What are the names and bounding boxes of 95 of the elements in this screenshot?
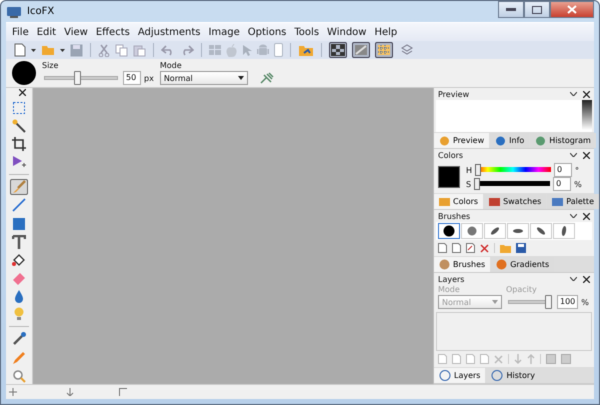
size-label: Size	[42, 61, 60, 70]
preview-scale-strip	[582, 100, 592, 130]
brush-swatch[interactable]	[461, 223, 483, 239]
size-field[interactable]: 50	[123, 71, 141, 85]
panel-tab[interactable]: Colors	[434, 194, 484, 209]
brush-swatch[interactable]	[530, 223, 552, 239]
brush-tool[interactable]	[10, 179, 28, 196]
maximize-icon	[532, 6, 542, 14]
saturation-slider[interactable]	[474, 178, 550, 190]
mode-dropdown[interactable]: Normal	[160, 71, 248, 85]
panel-title: Colors	[438, 150, 464, 160]
close-button[interactable]	[550, 1, 594, 18]
brush-swatch[interactable]	[484, 223, 506, 239]
menu-item[interactable]: Help	[374, 26, 398, 38]
delete-icon[interactable]	[480, 244, 489, 252]
minimize-icon	[506, 8, 516, 12]
line-tool[interactable]	[10, 197, 28, 214]
panel-title: Brushes	[438, 212, 470, 220]
maximize-button[interactable]	[524, 1, 550, 18]
menu-item[interactable]: Image	[208, 26, 240, 38]
percent-unit: %	[581, 298, 589, 306]
close-icon[interactable]	[583, 212, 590, 220]
paste-icon[interactable]	[133, 44, 146, 56]
size-unit: px	[144, 74, 154, 82]
crosshair-icon	[9, 388, 17, 396]
opacity-slider[interactable]	[508, 295, 552, 309]
color-swatch[interactable]	[438, 166, 460, 188]
mode-label: Mode	[160, 61, 183, 70]
selection-size-icon	[119, 388, 127, 396]
text-tool[interactable]	[10, 234, 28, 250]
crop-tool[interactable]	[10, 136, 28, 152]
brush-swatch[interactable]	[507, 223, 529, 239]
pin-icon[interactable]	[260, 72, 274, 84]
menu-item[interactable]: Effects	[96, 26, 130, 38]
new-file-icon[interactable]	[14, 43, 26, 57]
slider-thumb[interactable]	[545, 295, 552, 309]
window-title: IcoFX	[27, 6, 54, 17]
rect-tool[interactable]	[10, 215, 28, 232]
opacity-label: Opacity	[506, 285, 538, 294]
saturation-field[interactable]: 0	[553, 177, 572, 191]
panel-title: Preview	[438, 90, 470, 98]
slider-thumb[interactable]	[74, 71, 81, 85]
gradient-ball-icon	[496, 259, 508, 270]
copy-icon[interactable]	[115, 44, 128, 56]
wand-tool[interactable]	[10, 118, 28, 134]
close-icon[interactable]	[19, 89, 26, 96]
chevron-icon[interactable]	[570, 277, 577, 281]
menu-item[interactable]: Edit	[36, 26, 56, 38]
hue-label: H	[466, 166, 472, 174]
menu-item[interactable]: Adjustments	[138, 26, 200, 38]
size-slider[interactable]	[44, 71, 118, 85]
menu-item[interactable]: File	[12, 26, 29, 38]
brush-swatch[interactable]	[553, 223, 575, 239]
saturation-label: S	[466, 180, 472, 188]
save-icon[interactable]	[516, 243, 526, 253]
hue-slider[interactable]	[475, 164, 552, 176]
select-tool[interactable]	[10, 99, 28, 116]
app-logo-icon	[6, 4, 22, 18]
edit-brush-icon[interactable]	[466, 243, 475, 253]
minimize-button[interactable]	[498, 1, 524, 18]
duplicate-brush-icon[interactable]	[452, 243, 461, 253]
opacity-field[interactable]: 100	[557, 295, 578, 309]
close-icon[interactable]	[583, 276, 590, 282]
chevron-icon[interactable]	[570, 92, 577, 96]
slider-thumb[interactable]	[474, 178, 480, 190]
panel-title: Layers	[438, 274, 464, 284]
transparency-toggle[interactable]	[352, 42, 370, 58]
percent-unit: %	[574, 180, 582, 188]
dropdown-caret-icon[interactable]	[60, 48, 65, 52]
close-icon[interactable]	[583, 152, 590, 158]
brush-preview-icon	[12, 61, 36, 85]
hue-field[interactable]: 0	[554, 163, 572, 177]
panel-tab[interactable]: Preview	[434, 133, 490, 148]
close-icon	[567, 5, 577, 14]
panel-tab[interactable]: Brushes	[434, 257, 490, 272]
panel-tab[interactable]: Layers	[434, 368, 486, 383]
chevron-icon[interactable]	[570, 153, 577, 157]
menu-item[interactable]: View	[64, 26, 88, 38]
menu-item[interactable]: Window	[327, 26, 366, 38]
menu-item[interactable]: Tools	[294, 26, 320, 38]
caret-icon	[492, 300, 498, 304]
layer-mode-label: Mode	[438, 285, 461, 294]
checkerboard-toggle[interactable]	[329, 42, 347, 58]
dropdown-caret-icon[interactable]	[31, 48, 36, 52]
grid-toggle[interactable]	[375, 42, 393, 58]
brush-swatch[interactable]	[438, 223, 460, 239]
chevron-icon[interactable]	[570, 214, 577, 218]
folder-export-icon[interactable]	[298, 44, 314, 56]
caret-icon	[238, 76, 244, 80]
menu-item[interactable]: Options	[248, 26, 286, 38]
degree-unit: °	[575, 166, 580, 174]
close-icon[interactable]	[583, 90, 590, 98]
slider-thumb[interactable]	[475, 164, 482, 176]
new-brush-icon[interactable]	[438, 243, 447, 253]
anchor-icon	[66, 388, 74, 396]
